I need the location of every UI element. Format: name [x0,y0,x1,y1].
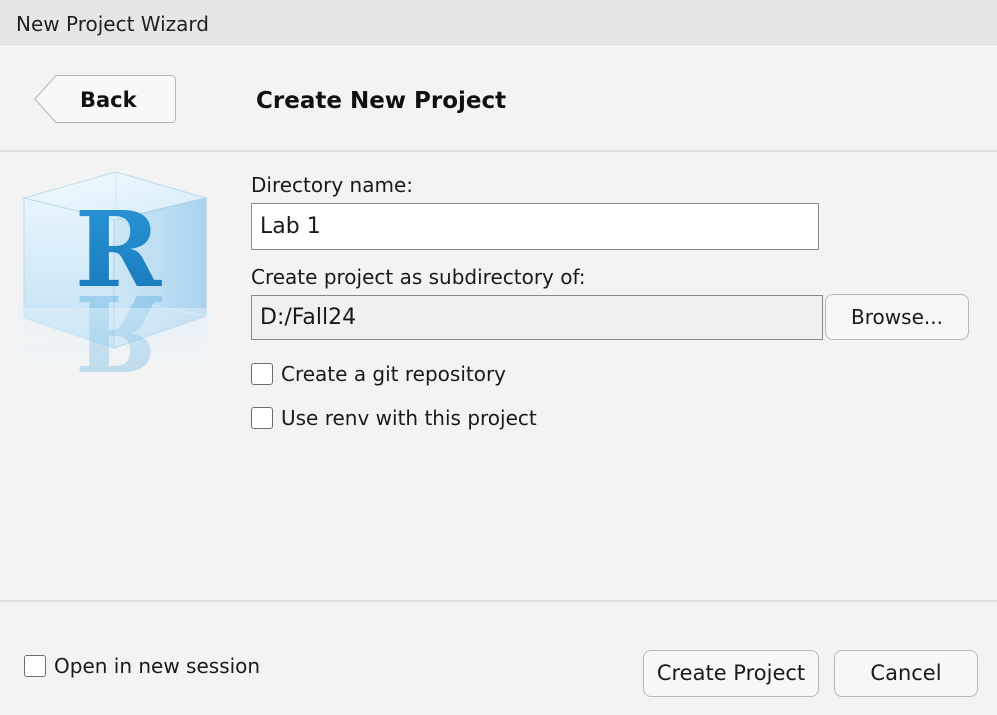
browse-button[interactable]: Browse... [825,294,969,340]
create-project-button[interactable]: Create Project [643,650,819,697]
new-session-label: Open in new session [54,654,261,678]
git-repo-checkbox[interactable] [251,363,273,385]
cancel-button[interactable]: Cancel [834,650,978,697]
subdirectory-label: Create project as subdirectory of: [251,265,586,289]
footer-divider [0,600,997,602]
new-session-checkbox[interactable] [24,655,46,677]
back-button[interactable]: Back [34,75,176,123]
directory-name-input[interactable] [251,203,819,250]
page-title: Create New Project [256,88,507,114]
renv-label: Use renv with this project [281,406,537,430]
renv-option[interactable]: Use renv with this project [251,406,537,430]
header-divider [0,150,997,152]
new-project-wizard-window: New Project Wizard Back Create New Proje… [0,0,997,715]
renv-checkbox[interactable] [251,407,273,429]
directory-name-label: Directory name: [251,173,413,197]
r-logo-icon: R R [18,168,214,394]
new-session-option[interactable]: Open in new session [24,654,260,678]
git-repo-label: Create a git repository [281,362,507,386]
title-bar: New Project Wizard [0,0,997,45]
window-title: New Project Wizard [16,12,209,36]
subdirectory-path-input[interactable] [251,295,823,340]
git-repo-option[interactable]: Create a git repository [251,362,506,386]
back-button-label: Back [80,88,137,112]
